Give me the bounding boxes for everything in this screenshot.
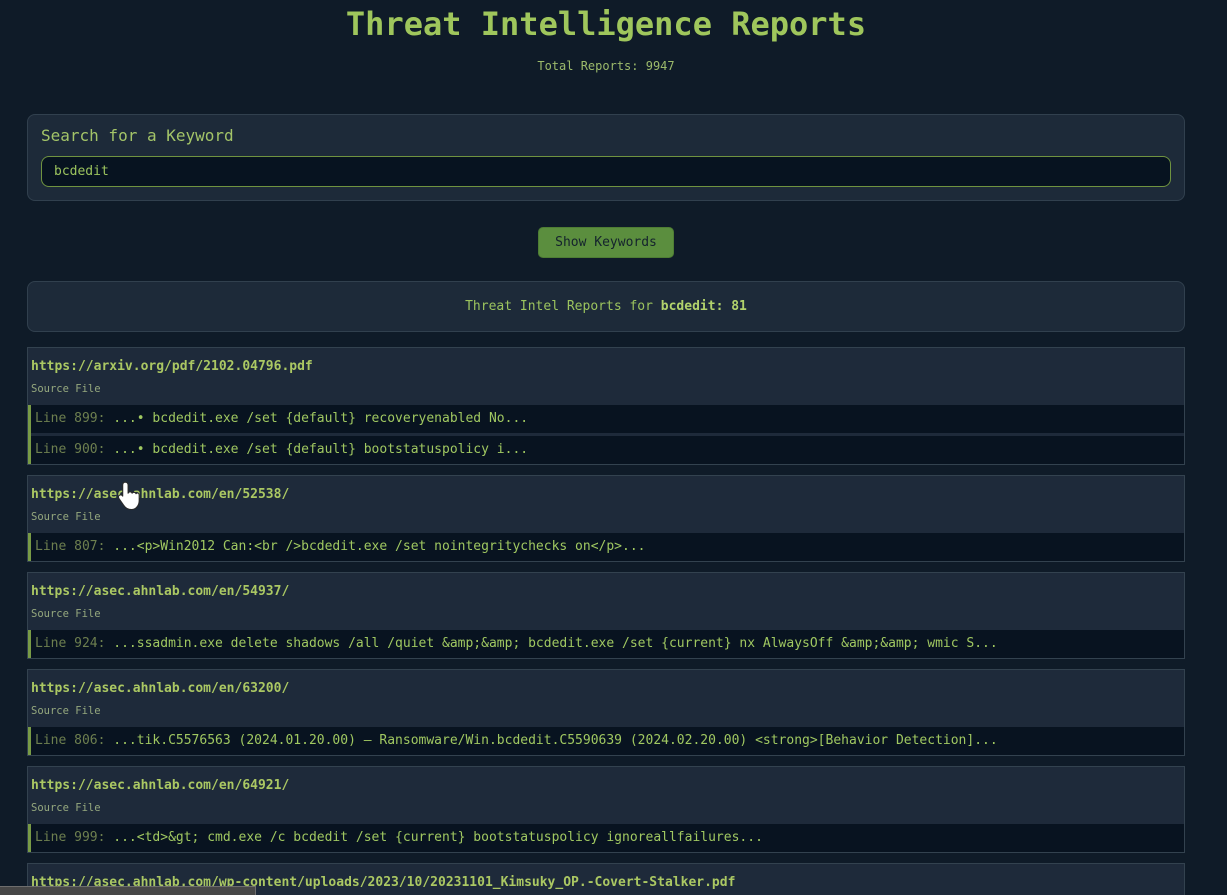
report-header: https://arxiv.org/pdf/2102.04796.pdf Sou…	[28, 348, 1184, 405]
line-excerpt: Line 900: ...• bcdedit.exe /set {default…	[31, 436, 1184, 464]
report-url-link[interactable]: https://arxiv.org/pdf/2102.04796.pdf	[31, 359, 313, 374]
line-number-label: Line 924:	[35, 636, 106, 651]
line-number-label: Line 999:	[35, 830, 106, 845]
report-card: https://arxiv.org/pdf/2102.04796.pdf Sou…	[27, 347, 1185, 465]
report-card: https://asec.ahnlab.com/en/63200/ Source…	[27, 669, 1185, 756]
source-file-link[interactable]: Source File	[31, 511, 1174, 523]
button-row: Show Keywords	[27, 227, 1185, 258]
source-file-link[interactable]: Source File	[31, 383, 1174, 395]
line-excerpt-text: ...ssadmin.exe delete shadows /all /quie…	[105, 636, 998, 651]
browser-status-bar	[0, 886, 256, 895]
report-header: https://asec.ahnlab.com/en/63200/ Source…	[28, 670, 1184, 727]
line-excerpt: Line 806: ...tik.C5576563 (2024.01.20.00…	[31, 727, 1184, 755]
line-excerpt: Line 999: ...<td>&gt; cmd.exe /c bcdedit…	[31, 824, 1184, 852]
page-title: Threat Intelligence Reports	[345, 5, 867, 43]
results-summary-panel: Threat Intel Reports for bcdedit: 81	[27, 281, 1185, 332]
report-card: https://asec.ahnlab.com/en/52538/ Source…	[27, 475, 1185, 562]
line-excerpt-list: Line 999: ...<td>&gt; cmd.exe /c bcdedit…	[28, 824, 1184, 852]
report-header: https://asec.ahnlab.com/en/54937/ Source…	[28, 573, 1184, 630]
search-panel: Search for a Keyword	[27, 114, 1185, 201]
summary-keyword-count: bcdedit: 81	[660, 299, 747, 314]
line-excerpt-list: Line 806: ...tik.C5576563 (2024.01.20.00…	[28, 727, 1184, 755]
show-keywords-button[interactable]: Show Keywords	[538, 227, 674, 258]
source-file-link[interactable]: Source File	[31, 802, 1174, 814]
report-url-link[interactable]: https://asec.ahnlab.com/en/64921/	[31, 778, 289, 793]
line-excerpt-list: Line 807: ...<p>Win2012 Can:<br />bcdedi…	[28, 533, 1184, 561]
report-url-link[interactable]: https://asec.ahnlab.com/en/52538/	[31, 487, 289, 502]
summary-prefix-text: Threat Intel Reports for	[465, 299, 661, 314]
report-header: https://asec.ahnlab.com/en/52538/ Source…	[28, 476, 1184, 533]
keyword-search-input[interactable]	[41, 156, 1171, 187]
line-excerpt-text: ...• bcdedit.exe /set {default} recovery…	[105, 411, 529, 426]
search-label: Search for a Keyword	[41, 126, 234, 145]
report-url-link[interactable]: https://asec.ahnlab.com/en/54937/	[31, 584, 289, 599]
report-list: https://arxiv.org/pdf/2102.04796.pdf Sou…	[27, 347, 1185, 895]
line-number-label: Line 806:	[35, 733, 106, 748]
line-excerpt-text: ...• bcdedit.exe /set {default} bootstat…	[105, 442, 529, 457]
line-excerpt-text: ...<td>&gt; cmd.exe /c bcdedit /set {cur…	[105, 830, 763, 845]
line-excerpt: Line 899: ...• bcdedit.exe /set {default…	[31, 405, 1184, 433]
report-card: https://asec.ahnlab.com/en/54937/ Source…	[27, 572, 1185, 659]
line-number-label: Line 807:	[35, 539, 106, 554]
line-excerpt-text: ...<p>Win2012 Can:<br />bcdedit.exe /set…	[105, 539, 646, 554]
report-url-link[interactable]: https://asec.ahnlab.com/en/63200/	[31, 681, 289, 696]
line-excerpt: Line 807: ...<p>Win2012 Can:<br />bcdedi…	[31, 533, 1184, 561]
line-number-label: Line 899:	[35, 411, 106, 426]
report-header: https://asec.ahnlab.com/en/64921/ Source…	[28, 767, 1184, 824]
total-reports-count: Total Reports: 9947	[537, 59, 675, 73]
line-number-label: Line 900:	[35, 442, 106, 457]
source-file-link[interactable]: Source File	[31, 705, 1174, 717]
line-excerpt-list: Line 924: ...ssadmin.exe delete shadows …	[28, 630, 1184, 658]
line-excerpt-list: Line 899: ...• bcdedit.exe /set {default…	[28, 405, 1184, 464]
source-file-link[interactable]: Source File	[31, 608, 1174, 620]
line-excerpt: Line 924: ...ssadmin.exe delete shadows …	[31, 630, 1184, 658]
page-container: Threat Intelligence Reports Total Report…	[27, 0, 1185, 895]
line-excerpt-text: ...tik.C5576563 (2024.01.20.00) – Ransom…	[105, 733, 998, 748]
report-card: https://asec.ahnlab.com/en/64921/ Source…	[27, 766, 1185, 853]
